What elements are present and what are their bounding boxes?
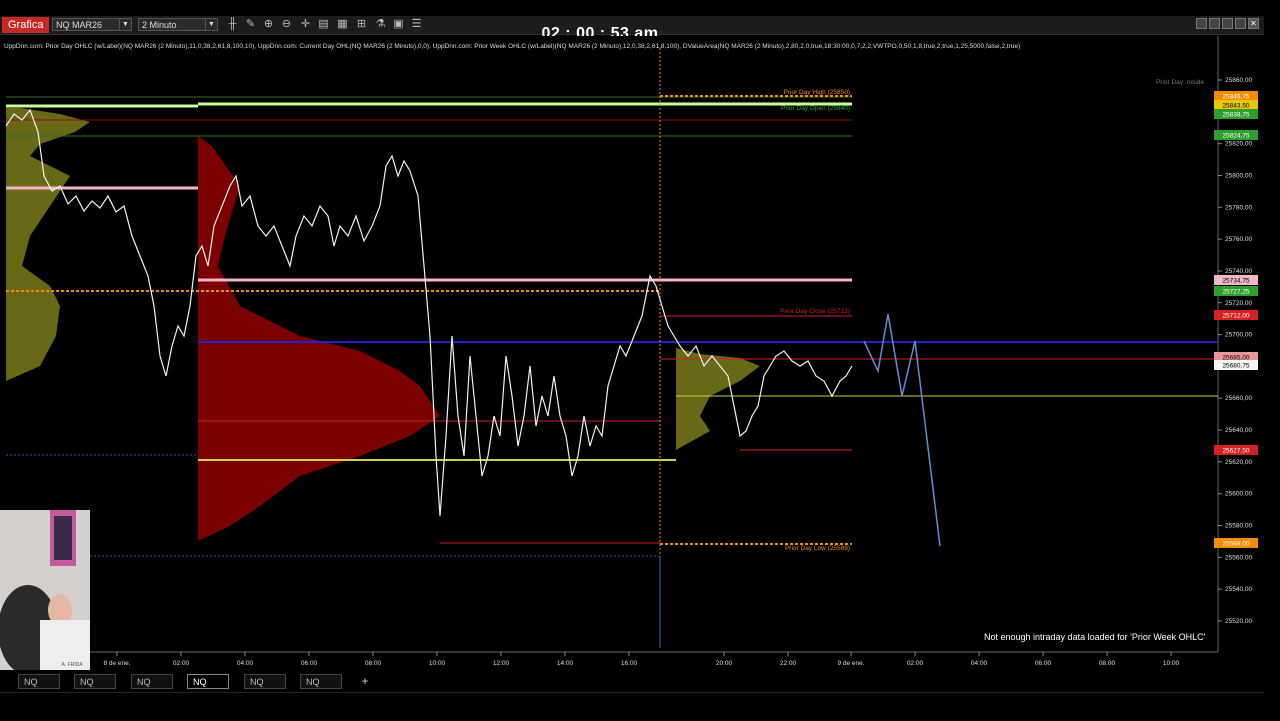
tile-icon[interactable] — [1196, 18, 1207, 29]
prior-day-open-label: Prior Day Open (25840) — [781, 105, 850, 112]
tab-nq-mar26-active[interactable]: NQ MAR26 — [187, 674, 229, 702]
time-tick-label: 10:00 — [429, 660, 446, 667]
tab-nq-mar26[interactable]: NQ MAR26 — [244, 674, 286, 702]
crosshair-icon[interactable]: ✛ — [299, 18, 312, 31]
prior-day-high-label: Prior Day High (25850) — [784, 89, 850, 96]
calendar-icon[interactable]: ▣ — [392, 18, 405, 31]
chevron-down-icon: ▼ — [205, 19, 217, 30]
zoom-out-icon[interactable]: ⊖ — [280, 18, 293, 31]
price-tag-label: 25569,00 — [1222, 541, 1249, 548]
prior-day-low-label: Prior Day Low (25569) — [785, 545, 850, 552]
price-tag-label: 25712,00 — [1222, 313, 1249, 320]
webcam-overlay: A. FRIDA — [0, 510, 90, 670]
status-bar — [0, 692, 1264, 721]
time-tick-label: 9 de ene. — [837, 660, 864, 667]
price-tick-label: 25720,00 — [1225, 300, 1252, 307]
time-tick-label: 08:00 — [1099, 660, 1116, 667]
tab-nq-mar26[interactable]: NQ MAR26 — [74, 674, 116, 702]
bar-chart-icon[interactable]: ╫ — [226, 18, 239, 31]
instrument-selector[interactable]: NQ MAR26 ▼ — [52, 18, 132, 31]
price-tick-label: 25560,00 — [1225, 554, 1252, 561]
data-notice: Not enough intraday data loaded for 'Pri… — [984, 632, 1206, 642]
price-tick-label: 25800,00 — [1225, 172, 1252, 179]
trading-platform-window: Grafica NQ MAR26 ▼ 2 Minuto ▼ ╫ ✎ ⊕ ⊖ ✛ … — [0, 0, 1280, 721]
properties-icon[interactable]: ▦ — [336, 18, 349, 31]
price-tick-label: 25620,00 — [1225, 459, 1252, 466]
close-icon[interactable]: ✕ — [1248, 18, 1259, 29]
price-tag-label: 25627,50 — [1222, 448, 1249, 455]
price-tick-label: 25740,00 — [1225, 268, 1252, 275]
data-box-icon[interactable]: ⊞ — [355, 18, 368, 31]
price-tick-label: 25580,00 — [1225, 523, 1252, 530]
price-tag-label: 25727,25 — [1222, 289, 1249, 296]
time-tick-label: 8 de ene. — [103, 660, 130, 667]
price-tag-label: 25849,75 — [1222, 94, 1249, 101]
price-tick-label: 25640,00 — [1225, 427, 1252, 434]
indicator-legend: UppDnn.com: Prior Day OHLC (w/Label)(NQ … — [4, 43, 1021, 50]
time-tick-label: 16:00 — [621, 660, 638, 667]
timeframe-value: 2 Minuto — [142, 20, 177, 30]
time-tick-label: 04:00 — [971, 660, 988, 667]
price-tick-label: 25860,00 — [1225, 77, 1252, 84]
price-tag-label: 25838,75 — [1222, 112, 1249, 119]
price-tick-label: 25760,00 — [1225, 236, 1252, 243]
time-tick-label: 22:00 — [780, 660, 797, 667]
price-tick-label: 25520,00 — [1225, 618, 1252, 625]
price-chart-panel[interactable]: Prior Day High (25850) Prior Day Open (2… — [0, 36, 1264, 672]
prior-day-close-label: Prior Day Close (25712) — [780, 308, 850, 315]
time-tick-label: 06:00 — [301, 660, 318, 667]
pencil-icon[interactable]: ✎ — [244, 18, 257, 31]
app-menu-button[interactable]: Grafica — [2, 17, 50, 33]
chevron-down-icon: ▼ — [119, 19, 131, 30]
price-tick-label: 25600,00 — [1225, 491, 1252, 498]
webcam-watermark: A. FRIDA — [61, 662, 83, 668]
time-tick-label: 12:00 — [493, 660, 510, 667]
window-controls: ✕ — [1196, 18, 1260, 31]
price-tick-label: 25660,00 — [1225, 395, 1252, 402]
time-tick-label: 10:00 — [1163, 660, 1180, 667]
tab-nq-mar26[interactable]: NQ MAR26 — [131, 674, 173, 702]
time-tick-label: 02:00 — [173, 660, 190, 667]
price-tag-label: 25843,50 — [1222, 103, 1249, 110]
strategy-icon[interactable]: ⚗ — [374, 18, 387, 31]
price-tag-label: 25734,75 — [1222, 278, 1249, 285]
price-tag-label: 25824,75 — [1222, 133, 1249, 140]
tab-nq-mar26[interactable]: NQ MAR26 — [18, 674, 60, 702]
scroll-icon[interactable]: ▤ — [317, 18, 330, 31]
time-tick-label: 04:00 — [237, 660, 254, 667]
price-tick-label: 25820,00 — [1225, 141, 1252, 148]
tab-nq-mar26[interactable]: NQ MAR26 — [300, 674, 342, 702]
time-tick-label: 02:00 — [907, 660, 924, 667]
webcam-image: A. FRIDA — [0, 510, 90, 670]
price-tick-label: 25780,00 — [1225, 204, 1252, 211]
instrument-value: NQ MAR26 — [56, 20, 103, 30]
time-tick-label: 20:00 — [716, 660, 733, 667]
price-tag-label: 25680,75 — [1222, 363, 1249, 370]
restore-icon[interactable] — [1222, 18, 1233, 29]
zoom-in-icon[interactable]: ⊕ — [262, 18, 275, 31]
time-tick-label: 06:00 — [1035, 660, 1052, 667]
prior-day-status-label: Prior Day: Inside — [1156, 79, 1204, 86]
time-tick-label: 08:00 — [365, 660, 382, 667]
price-tick-label: 25700,00 — [1225, 332, 1252, 339]
price-tick-label: 25540,00 — [1225, 586, 1252, 593]
list-icon[interactable]: ☰ — [410, 18, 423, 31]
time-tick-label: 14:00 — [557, 660, 574, 667]
timeframe-selector[interactable]: 2 Minuto ▼ — [138, 18, 218, 31]
add-tab-button[interactable]: + — [359, 674, 371, 689]
minimize-icon[interactable] — [1209, 18, 1220, 29]
chart-canvas[interactable]: Prior Day High (25850) Prior Day Open (2… — [0, 36, 1264, 672]
maximize-icon[interactable] — [1235, 18, 1246, 29]
